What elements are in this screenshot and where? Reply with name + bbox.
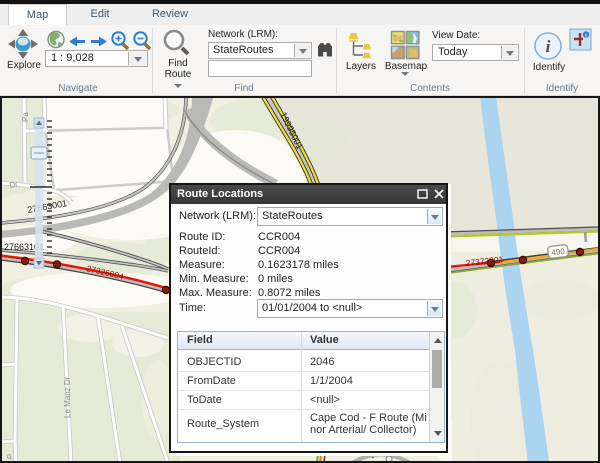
svg-text:490: 490: [551, 247, 566, 258]
svg-text:i: i: [546, 37, 551, 56]
svg-text:Le Manz Dr: Le Manz Dr: [63, 376, 72, 418]
svg-text:Pa: Pa: [21, 112, 30, 122]
